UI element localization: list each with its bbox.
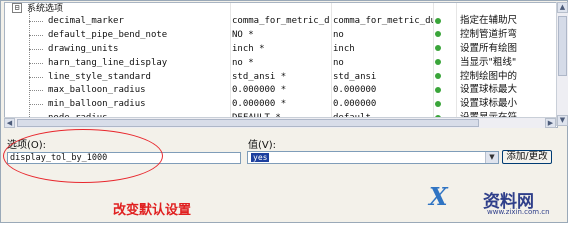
value-label: 值(V): [248,140,277,151]
option-current-value: std_ansi * [232,71,287,82]
watermark-url: www.zixin.com.cn [487,208,550,216]
table-row[interactable]: min_balloon_radius 0.000000 * 0.000000 设置球标… [5,97,557,111]
column-divider [230,3,231,127]
option-name: max_balloon_radius [48,85,146,96]
option-description: 指定在辅助尺 [460,15,518,26]
add-change-button[interactable]: 添加/更改 [502,150,552,164]
option-description: 控制管道折弯 [460,28,518,40]
column-divider [456,3,457,127]
status-dot-icon [435,14,453,28]
table-row[interactable]: max_balloon_radius 0.000000 * 0.000000 设置球标… [5,83,557,97]
option-name: harn_tang_line_display [48,57,168,68]
status-dot-icon [435,97,453,111]
option-description: 设置球标最大 [460,84,518,96]
tree-connector [29,62,43,64]
table-row[interactable]: decimal_marker comma_for_metric_d...comma… [5,14,557,28]
status-dot-icon [435,28,453,42]
option-name: default_pipe_bend_note [48,29,168,40]
scroll-down-icon[interactable]: ▼ [557,115,568,126]
watermark-logo-icon: X [429,182,448,211]
table-row[interactable]: line_style_standard std_ansi * std_ansi 控制绘… [5,70,557,84]
tree-connector [29,90,43,92]
option-name: line_style_standard [48,71,151,82]
option-current-value: inch * [232,43,265,54]
option-default-value: no [333,57,344,68]
tree-connector [29,34,43,36]
column-divider [433,3,434,127]
status-dot-icon [435,83,453,97]
scroll-left-icon[interactable]: ◀ [4,118,15,128]
horizontal-scroll-thumb[interactable] [17,119,479,127]
column-divider [331,3,332,127]
chevron-down-icon[interactable]: ▼ [485,152,498,163]
option-description: 控制绘图中的 [460,70,518,82]
tree-connector [29,76,43,78]
highlight-ellipse [3,129,163,183]
option-description: 设置球标最小 [460,98,518,110]
scroll-up-icon[interactable]: ▲ [557,2,568,13]
option-current-value: 0.000000 * [232,85,287,96]
option-default-value: std_ansi [333,71,377,82]
option-default-value: 0.000000 [333,99,377,110]
option-default-value: comma_for_metric_dual [333,16,433,26]
option-current-value: NO * [232,29,254,40]
status-dot-icon [435,56,453,70]
vertical-scroll-thumb[interactable] [558,16,567,76]
scroll-right-icon[interactable]: ▶ [545,118,556,128]
annotation-caption: 改变默认设置 [113,203,192,218]
collapse-group-icon[interactable]: ⊟ [12,3,22,13]
tree-connector [29,104,43,106]
option-description: 设置所有绘图 [460,42,518,54]
option-current-value: 0.000000 * [232,99,287,110]
table-row[interactable]: harn_tang_line_display no * no 当显示"粗线" [5,56,557,70]
option-current-value: comma_for_metric_d... [232,16,330,26]
option-description: 当显示"粗线" [460,56,517,68]
group-label: 系统选项 [27,4,64,14]
option-name: min_balloon_radius [48,99,146,110]
option-default-value: 0.000000 [333,85,377,96]
option-name: drawing_units [48,43,119,54]
tree-connector [29,48,43,50]
options-rows: decimal_marker comma_for_metric_d...comma… [5,14,557,125]
table-row[interactable]: drawing_units inch * inch 设置所有绘图 [5,42,557,56]
option-default-value: no [333,29,344,40]
value-selected-text: yes [251,153,270,162]
status-dot-icon [435,70,453,84]
horizontal-scrollbar[interactable]: ◀ ▶ [4,117,556,128]
value-select[interactable]: yes ▼ [247,151,499,164]
table-row[interactable]: default_pipe_bend_note NO * no 控制管道折弯 [5,28,557,42]
option-name: decimal_marker [48,16,124,26]
vertical-scrollbar[interactable]: ▲ ▼ [556,2,568,126]
option-current-value: no * [232,57,254,68]
tree-connector [29,21,43,22]
options-table[interactable]: ⊟ 系统选项 decimal_marker comma_for_metric_d.… [4,2,558,128]
status-dot-icon [435,42,453,56]
option-default-value: inch [333,43,355,54]
config-options-dialog: ⊟ 系统选项 decimal_marker comma_for_metric_d.… [0,0,568,223]
